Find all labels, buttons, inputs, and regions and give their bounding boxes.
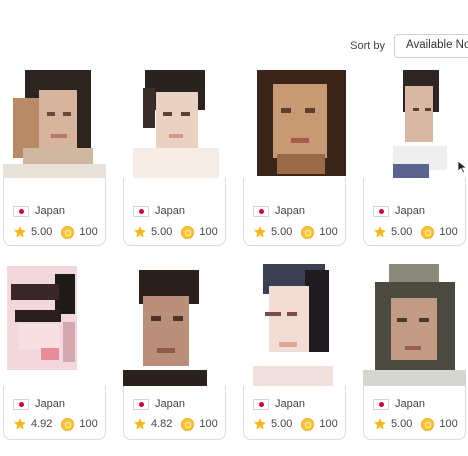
tutor-photo[interactable] bbox=[3, 262, 106, 386]
coin-icon bbox=[181, 417, 195, 431]
tutor-stats: 5.00 100 bbox=[13, 224, 101, 240]
tutor-card[interactable]: Japan 5.00 100 bbox=[243, 262, 346, 440]
tutor-country: Japan bbox=[133, 397, 221, 411]
tutor-photo[interactable] bbox=[123, 262, 226, 386]
tutor-price: 100 bbox=[199, 418, 218, 430]
tutor-country: Japan bbox=[373, 397, 461, 411]
tutor-price: 100 bbox=[319, 418, 338, 430]
country-name: Japan bbox=[155, 205, 185, 217]
mouse-cursor-icon bbox=[458, 161, 468, 173]
tutor-photo[interactable] bbox=[363, 68, 466, 178]
tutor-rating: 4.92 bbox=[31, 418, 53, 430]
country-name: Japan bbox=[395, 398, 425, 410]
star-icon bbox=[14, 226, 26, 238]
tutor-photo[interactable] bbox=[363, 262, 466, 386]
japan-flag-icon bbox=[133, 398, 149, 410]
country-name: Japan bbox=[155, 398, 185, 410]
tutor-card[interactable]: Japan 4.92 100 bbox=[3, 262, 106, 440]
star-icon bbox=[374, 418, 386, 430]
country-name: Japan bbox=[275, 205, 305, 217]
tutor-photo[interactable] bbox=[123, 68, 226, 178]
tutor-card[interactable]: Japan 5.00 100 bbox=[3, 68, 106, 246]
star-icon bbox=[134, 226, 146, 238]
coin-icon bbox=[181, 225, 195, 239]
japan-flag-icon bbox=[13, 205, 29, 217]
star-icon bbox=[374, 226, 386, 238]
tutor-stats: 5.00 100 bbox=[253, 224, 341, 240]
tutor-card[interactable]: Japan 5.00 100 bbox=[243, 68, 346, 246]
coin-icon bbox=[301, 225, 315, 239]
tutor-country: Japan bbox=[13, 204, 101, 218]
japan-flag-icon bbox=[373, 398, 389, 410]
tutor-price: 100 bbox=[439, 418, 458, 430]
tutor-rating: 5.00 bbox=[391, 418, 413, 430]
tutor-list-page: Sort by Available Now J bbox=[0, 0, 468, 456]
japan-flag-icon bbox=[253, 205, 269, 217]
tutor-rating: 5.00 bbox=[391, 226, 413, 238]
japan-flag-icon bbox=[13, 398, 29, 410]
tutor-rating: 5.00 bbox=[31, 226, 53, 238]
tutor-card[interactable]: Japan 4.82 100 bbox=[123, 262, 226, 440]
tutor-card[interactable]: Japan 5.00 100 bbox=[363, 262, 466, 440]
country-name: Japan bbox=[275, 398, 305, 410]
country-name: Japan bbox=[395, 205, 425, 217]
tutor-country: Japan bbox=[373, 204, 461, 218]
tutor-stats: 5.00 100 bbox=[253, 416, 341, 432]
coin-icon bbox=[61, 225, 75, 239]
tutor-card[interactable]: Japan 5.00 100 bbox=[363, 68, 466, 246]
tutor-photo[interactable] bbox=[243, 68, 346, 178]
japan-flag-icon bbox=[373, 205, 389, 217]
tutor-country: Japan bbox=[253, 397, 341, 411]
tutor-rating: 5.00 bbox=[271, 418, 293, 430]
tutor-price: 100 bbox=[439, 226, 458, 238]
tutor-price: 100 bbox=[79, 226, 98, 238]
country-name: Japan bbox=[35, 205, 65, 217]
tutor-stats: 4.82 100 bbox=[133, 416, 221, 432]
star-icon bbox=[134, 418, 146, 430]
tutor-rating: 5.00 bbox=[151, 226, 173, 238]
tutor-stats: 5.00 100 bbox=[373, 416, 461, 432]
coin-icon bbox=[301, 417, 315, 431]
tutor-stats: 5.00 100 bbox=[373, 224, 461, 240]
tutor-stats: 4.92 100 bbox=[13, 416, 101, 432]
tutor-photo[interactable] bbox=[3, 68, 106, 178]
tutor-stats: 5.00 100 bbox=[133, 224, 221, 240]
star-icon bbox=[254, 418, 266, 430]
coin-icon bbox=[421, 417, 435, 431]
tutor-country: Japan bbox=[253, 204, 341, 218]
coin-icon bbox=[421, 225, 435, 239]
country-name: Japan bbox=[35, 398, 65, 410]
tutor-country: Japan bbox=[13, 397, 101, 411]
japan-flag-icon bbox=[133, 205, 149, 217]
tutor-photo[interactable] bbox=[243, 262, 346, 386]
tutor-price: 100 bbox=[319, 226, 338, 238]
japan-flag-icon bbox=[253, 398, 269, 410]
coin-icon bbox=[61, 417, 75, 431]
tutor-rating: 5.00 bbox=[271, 226, 293, 238]
star-icon bbox=[254, 226, 266, 238]
tutor-card[interactable]: Japan 5.00 100 bbox=[123, 68, 226, 246]
star-icon bbox=[14, 418, 26, 430]
tutor-country: Japan bbox=[133, 204, 221, 218]
tutor-price: 100 bbox=[199, 226, 218, 238]
tutor-price: 100 bbox=[79, 418, 98, 430]
tutor-rating: 4.82 bbox=[151, 418, 173, 430]
tutor-grid: Japan 5.00 100 Japan 5.00 100 Japan 5.00… bbox=[0, 0, 468, 456]
